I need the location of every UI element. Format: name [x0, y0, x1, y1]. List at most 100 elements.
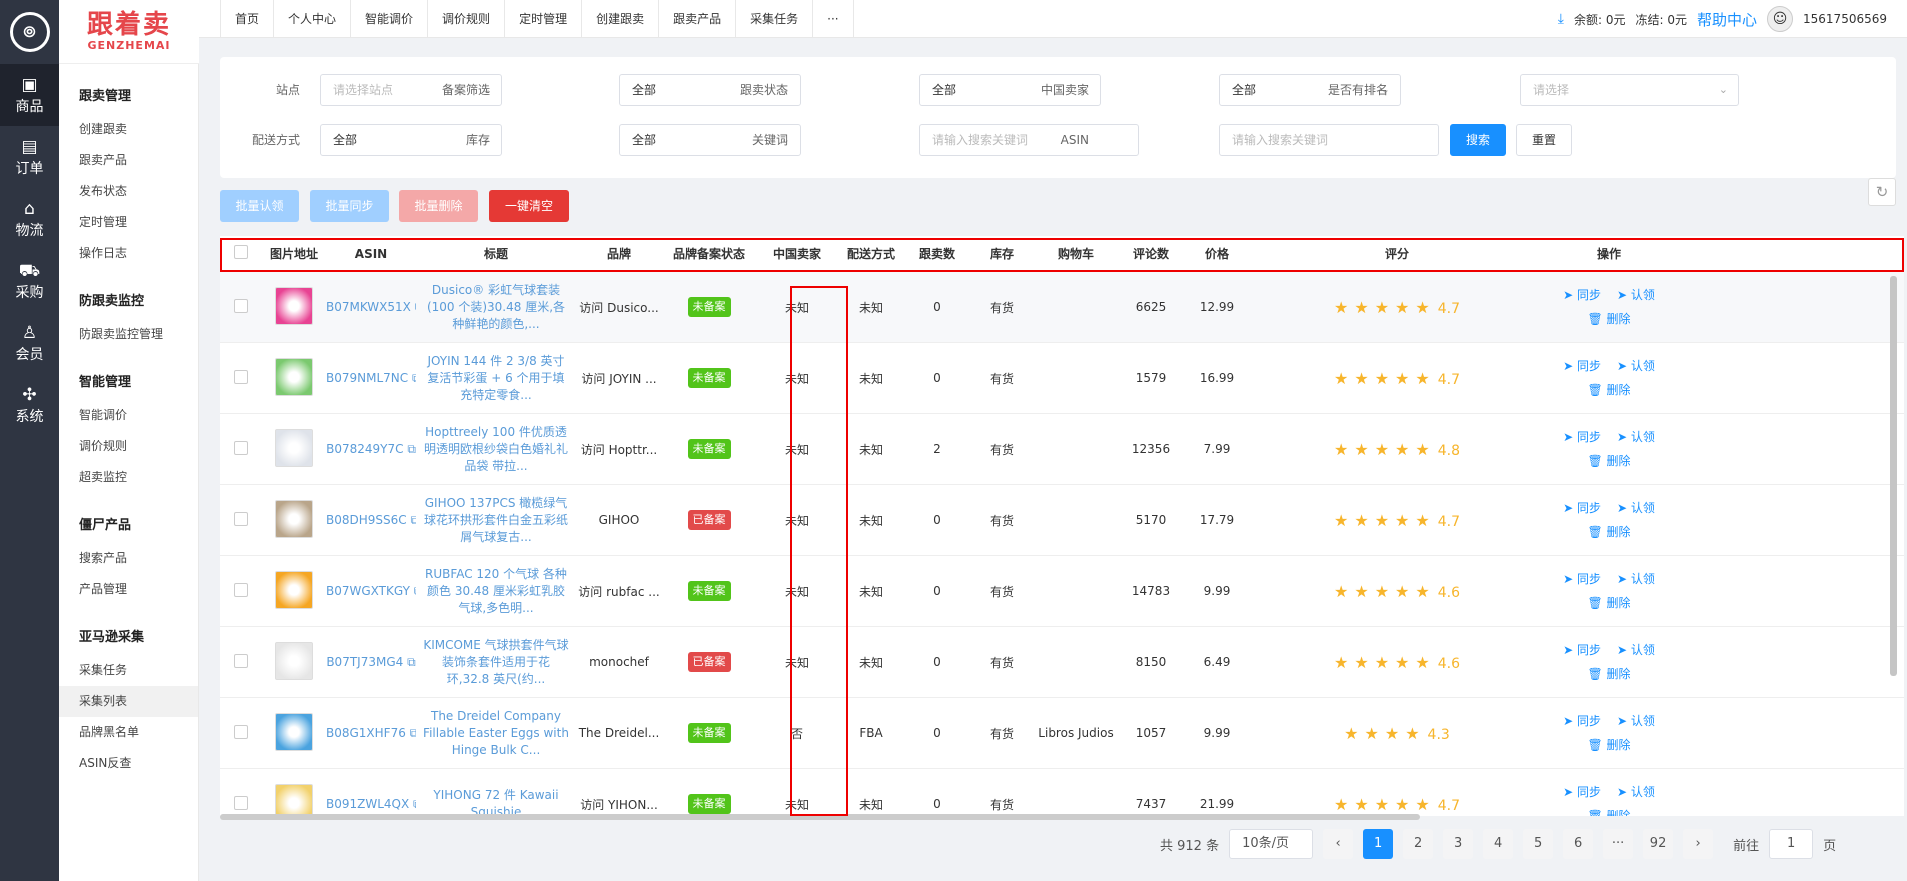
sidebar-item[interactable]: 创建跟卖	[59, 114, 198, 145]
product-title-link[interactable]: GIHOO 137PCS 橄榄绿气球花环拱形套件白金五彩纸屑气球复古...	[416, 495, 576, 546]
asin-cell[interactable]: B08G1XHF76 ⧉	[326, 726, 416, 741]
prev-page-icon[interactable]: ‹	[1323, 829, 1354, 859]
row-select-cell[interactable]	[220, 653, 262, 671]
tab-item[interactable]: 个人中心	[273, 0, 350, 38]
claim-action[interactable]: ➤ 认领	[1617, 572, 1655, 586]
product-thumbnail[interactable]	[275, 641, 313, 680]
tab-item[interactable]: 定时管理	[504, 0, 581, 38]
row-select-cell[interactable]	[220, 440, 262, 458]
product-title-link[interactable]: JOYIN 144 件 2 3/8 英寸复活节彩蛋 + 6 个用于填充特定零食.…	[416, 353, 576, 404]
product-title-link[interactable]: RUBFAC 120 个气球 各种颜色 30.48 厘米彩虹乳胶气球,多色明..…	[416, 566, 576, 617]
asin-cell[interactable]: B08DH9SS6C ⧉	[326, 513, 416, 528]
sync-action[interactable]: ➤ 同步	[1563, 572, 1601, 586]
delete-action[interactable]: 🗑 删除	[1587, 667, 1630, 681]
sync-action[interactable]: ➤ 同步	[1563, 430, 1601, 444]
product-thumbnail[interactable]	[275, 357, 313, 396]
page-number[interactable]: 5	[1523, 829, 1554, 859]
page-size-select[interactable]: 10条/页	[1229, 829, 1314, 859]
asin-cell[interactable]: B07TJ73MG4 ⧉	[326, 655, 416, 670]
title-cell[interactable]: KIMCOME 气球拱套件气球装饰条套件适用于花环,32.8 英尺(约...	[416, 637, 576, 688]
copy-icon[interactable]: ⧉	[407, 513, 416, 527]
sidebar-item[interactable]: 采集任务	[59, 655, 198, 686]
product-thumbnail[interactable]	[275, 570, 313, 609]
row-select-cell[interactable]	[220, 724, 262, 742]
asin-link[interactable]: B07WGXTKGY	[326, 584, 410, 598]
tab-item[interactable]: 调价规则	[427, 0, 504, 38]
row-checkbox[interactable]	[234, 511, 248, 526]
asin-link[interactable]: B078249Y7C	[326, 442, 403, 456]
sidebar-item[interactable]: 跟卖产品	[59, 145, 198, 176]
delete-action[interactable]: 🗑 删除	[1587, 525, 1630, 539]
product-title-link[interactable]: YIHONG 72 件 Kawaii Squishie	[416, 787, 576, 816]
rail-item-puzzle[interactable]: ✣ 系统	[0, 374, 59, 436]
help-center-link[interactable]: 帮助中心	[1697, 9, 1757, 30]
tab-item[interactable]: 跟卖产品	[658, 0, 735, 38]
product-title-link[interactable]: Dusico® 彩虹气球套装(100 个装)30.48 厘米,各种鲜艳的颜色,.…	[416, 282, 576, 333]
bulk-claim-button[interactable]: 批量认领	[220, 190, 299, 222]
asin-cell[interactable]: B07MKWX51X ⧉	[326, 300, 416, 315]
row-checkbox[interactable]	[234, 582, 248, 597]
copy-icon[interactable]: ⧉	[408, 371, 416, 385]
row-checkbox[interactable]	[234, 298, 248, 313]
claim-action[interactable]: ➤ 认领	[1617, 359, 1655, 373]
product-title-link[interactable]: The Dreidel Company Fillable Easter Eggs…	[416, 708, 576, 759]
title-cell[interactable]: YIHONG 72 件 Kawaii Squishie	[416, 787, 576, 816]
page-number[interactable]: 1	[1363, 829, 1394, 859]
sidebar-item[interactable]: 搜索产品	[59, 543, 198, 574]
select-all-checkbox[interactable]	[234, 245, 248, 259]
delete-action[interactable]: 🗑 删除	[1587, 454, 1630, 468]
app-logo[interactable]: ⦾	[0, 0, 59, 64]
product-thumbnail[interactable]	[275, 428, 313, 467]
asin-link[interactable]: B08DH9SS6C	[326, 513, 407, 527]
sync-action[interactable]: ➤ 同步	[1563, 501, 1601, 515]
rail-item-home[interactable]: ⌂ 物流	[0, 188, 59, 250]
product-title-link[interactable]: Hopttreely 100 件优质透明透明欧根纱袋白色婚礼礼品袋 带拉...	[416, 424, 576, 475]
claim-action[interactable]: ➤ 认领	[1617, 501, 1655, 515]
page-number[interactable]: 6	[1563, 829, 1594, 859]
sidebar-item[interactable]: 防跟卖监控管理	[59, 319, 198, 350]
row-select-cell[interactable]	[220, 511, 262, 529]
next-page-icon[interactable]: ›	[1683, 829, 1714, 859]
delete-action[interactable]: 🗑 删除	[1587, 383, 1630, 397]
row-checkbox[interactable]	[234, 369, 248, 384]
sidebar-item[interactable]: 操作日志	[59, 238, 198, 269]
sync-action[interactable]: ➤ 同步	[1563, 714, 1601, 728]
page-number[interactable]: 2	[1403, 829, 1434, 859]
tab-item[interactable]: 首页	[220, 0, 273, 38]
page-number[interactable]: ···	[1603, 829, 1634, 859]
copy-icon[interactable]: ⧉	[409, 797, 416, 811]
row-checkbox[interactable]	[234, 440, 248, 455]
title-cell[interactable]: GIHOO 137PCS 橄榄绿气球花环拱形套件白金五彩纸屑气球复古...	[416, 495, 576, 546]
asin-input[interactable]: 请输入搜索关键词	[1219, 124, 1439, 156]
copy-icon[interactable]: ⧉	[406, 726, 416, 740]
reset-button[interactable]: 重置	[1516, 124, 1572, 156]
page-number[interactable]: 92	[1643, 829, 1674, 859]
asin-link[interactable]: B079NML7NC	[326, 371, 408, 385]
sidebar-item[interactable]: 发布状态	[59, 176, 198, 207]
tab-item[interactable]: 智能调价	[350, 0, 427, 38]
row-select-cell[interactable]	[220, 298, 262, 316]
sync-action[interactable]: ➤ 同步	[1563, 288, 1601, 302]
product-title-link[interactable]: KIMCOME 气球拱套件气球装饰条套件适用于花环,32.8 英尺(约...	[416, 637, 576, 688]
title-cell[interactable]: Hopttreely 100 件优质透明透明欧根纱袋白色婚礼礼品袋 带拉...	[416, 424, 576, 475]
delete-action[interactable]: 🗑 删除	[1587, 809, 1630, 816]
page-number[interactable]: 4	[1483, 829, 1514, 859]
title-cell[interactable]: RUBFAC 120 个气球 各种颜色 30.48 厘米彩虹乳胶气球,多色明..…	[416, 566, 576, 617]
refresh-icon[interactable]: ↻	[1868, 178, 1896, 206]
claim-action[interactable]: ➤ 认领	[1617, 288, 1655, 302]
tab-item[interactable]: 采集任务	[735, 0, 812, 38]
sync-action[interactable]: ➤ 同步	[1563, 643, 1601, 657]
sync-action[interactable]: ➤ 同步	[1563, 785, 1601, 799]
rail-item-cart[interactable]: ⛟ 采购	[0, 250, 59, 312]
delete-action[interactable]: 🗑 删除	[1587, 596, 1630, 610]
copy-icon[interactable]: ⧉	[403, 655, 416, 669]
title-cell[interactable]: Dusico® 彩虹气球套装(100 个装)30.48 厘米,各种鲜艳的颜色,.…	[416, 282, 576, 333]
delete-action[interactable]: 🗑 删除	[1587, 738, 1630, 752]
sidebar-item[interactable]: 品牌黑名单	[59, 717, 198, 748]
clear-all-button[interactable]: 一键清空	[489, 190, 569, 222]
title-cell[interactable]: JOYIN 144 件 2 3/8 英寸复活节彩蛋 + 6 个用于填充特定零食.…	[416, 353, 576, 404]
select-all-cell[interactable]	[220, 245, 262, 262]
asin-link[interactable]: B07MKWX51X	[326, 300, 411, 314]
product-thumbnail[interactable]	[275, 783, 313, 816]
row-select-cell[interactable]	[220, 795, 262, 813]
